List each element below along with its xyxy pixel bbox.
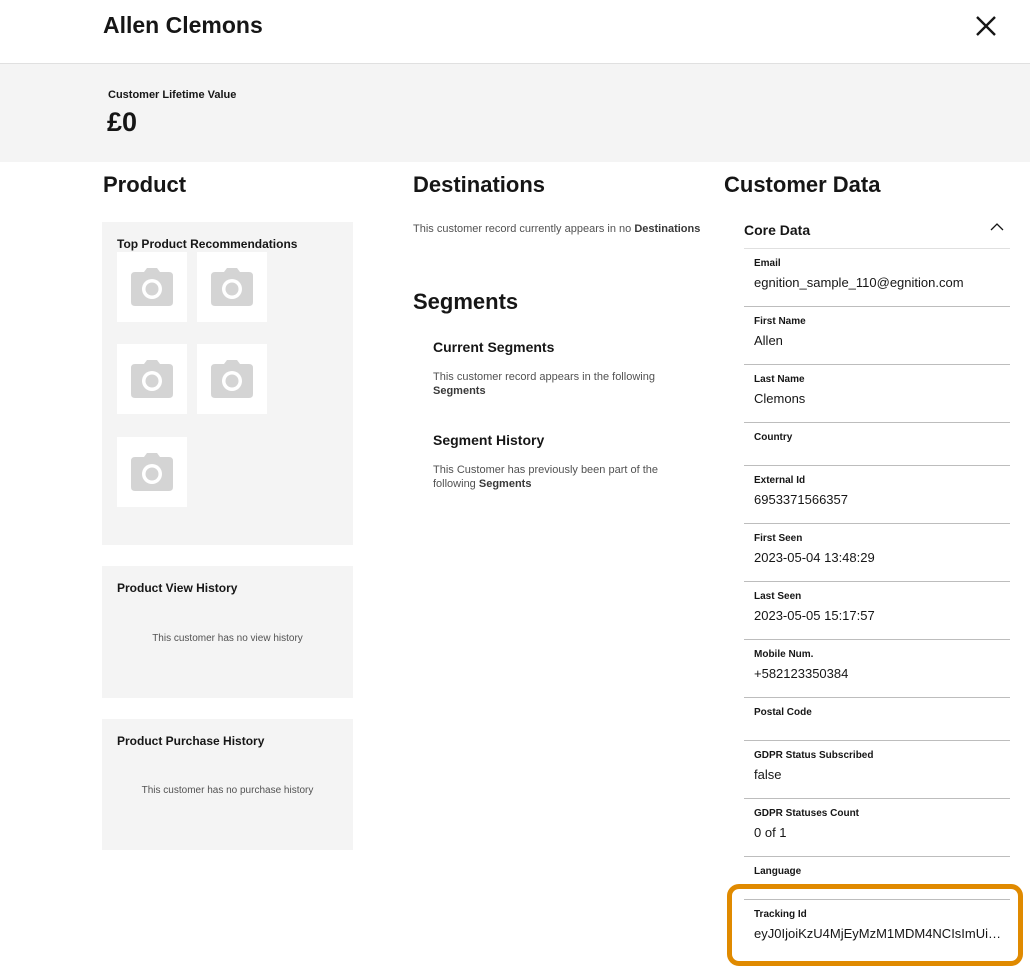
field-tracking-id[interactable]: Tracking Id eyJ0IjoiKzU4MjEyMzM1MDM4NCIs… [744, 900, 1010, 958]
view-history-card: Product View History This customer has n… [102, 566, 353, 698]
field-value: +582123350384 [754, 666, 849, 681]
view-history-title: Product View History [117, 581, 238, 595]
product-thumbnail[interactable] [117, 252, 187, 322]
segment-history-text: This Customer has previously been part o… [433, 464, 659, 490]
field-country: Country [744, 423, 1010, 466]
product-heading: Product [103, 172, 187, 197]
product-thumbnail[interactable] [197, 252, 267, 322]
drawer-header: Allen Clemons [0, 0, 1030, 64]
customer-name-title: Allen Clemons [103, 12, 263, 38]
view-history-empty: This customer has no view history [152, 633, 303, 644]
destinations-note-emph: Destinations [634, 223, 701, 235]
camera-icon [131, 360, 173, 398]
field-value: 0 of 1 [754, 825, 787, 840]
current-segments-emph: Segments [433, 385, 486, 397]
field-label: Email [754, 258, 781, 269]
purchase-history-title: Product Purchase History [117, 734, 265, 748]
lifetime-value-panel: Customer Lifetime Value £0 [0, 64, 1030, 162]
field-label: Mobile Num. [754, 649, 814, 660]
segment-history-note: This Customer has previously been part o… [433, 463, 683, 491]
camera-icon [131, 268, 173, 306]
field-email: Email egnition_sample_110@egnition.com [744, 249, 1010, 307]
segments-heading: Segments [413, 289, 519, 314]
field-first-seen: First Seen 2023-05-04 13:48:29 [744, 524, 1010, 582]
chevron-up-icon [990, 223, 1004, 231]
field-value: 2023-05-05 15:17:57 [754, 608, 875, 623]
field-label: Postal Code [754, 707, 812, 718]
destinations-heading: Destinations [413, 172, 546, 197]
customer-data-heading: Customer Data [724, 172, 881, 197]
field-value: egnition_sample_110@egnition.com [754, 275, 964, 290]
lifetime-value-label: Customer Lifetime Value [108, 89, 237, 101]
field-label: GDPR Status Subscribed [754, 750, 874, 761]
product-thumbnail[interactable] [117, 437, 187, 507]
field-last-name: Last Name Clemons [744, 365, 1010, 423]
recommendations-title: Top Product Recommendations [117, 237, 298, 251]
field-postal-code: Postal Code [744, 698, 1010, 741]
field-value: 6953371566357 [754, 492, 848, 507]
field-label: Last Name [754, 374, 805, 385]
destinations-note: This customer record currently appears i… [413, 222, 713, 236]
field-value: false [754, 767, 782, 782]
field-last-seen: Last Seen 2023-05-05 15:17:57 [744, 582, 1010, 640]
core-data-label: Core Data [744, 222, 811, 238]
field-label: Country [754, 432, 793, 443]
camera-icon [211, 360, 253, 398]
current-segments-text: This customer record appears in the foll… [433, 371, 655, 383]
field-external-id: External Id 6953371566357 [744, 466, 1010, 524]
camera-icon [131, 453, 173, 491]
field-mobile-num: Mobile Num. +582123350384 [744, 640, 1010, 698]
field-value: eyJ0IjoiKzU4MjEyMzM1MDM4NCIsImUiOiJlZ25p… [754, 926, 1004, 941]
field-label: Last Seen [754, 591, 802, 602]
product-thumbnail[interactable] [197, 344, 267, 414]
segment-history-emph: Segments [478, 478, 532, 490]
purchase-history-empty: This customer has no purchase history [141, 785, 314, 796]
product-thumbnail[interactable] [117, 344, 187, 414]
field-value: Allen [754, 333, 783, 348]
field-value: 2023-05-04 13:48:29 [754, 550, 875, 565]
lifetime-value-amount: £0 [107, 107, 138, 137]
field-label: First Name [754, 316, 806, 327]
close-icon[interactable] [972, 12, 1000, 40]
field-language: Language [744, 857, 1010, 900]
core-data-accordion[interactable]: Core Data [744, 219, 1010, 249]
field-gdpr-status-subscribed: GDPR Status Subscribed false [744, 741, 1010, 799]
current-segments-title: Current Segments [433, 339, 555, 355]
field-label: First Seen [754, 533, 803, 544]
recommendations-card: Top Product Recommendations [102, 222, 353, 545]
purchase-history-card: Product Purchase History This customer h… [102, 719, 353, 850]
field-label: External Id [754, 475, 806, 486]
segment-history-title: Segment History [433, 432, 545, 448]
field-label: Tracking Id [754, 909, 807, 920]
field-label: Language [754, 866, 802, 877]
field-label: GDPR Statuses Count [754, 808, 860, 819]
current-segments-note: This customer record appears in the foll… [433, 370, 683, 398]
field-value: Clemons [754, 391, 806, 406]
field-first-name: First Name Allen [744, 307, 1010, 365]
camera-icon [211, 268, 253, 306]
field-gdpr-statuses-count: GDPR Statuses Count 0 of 1 [744, 799, 1010, 857]
destinations-note-text: This customer record currently appears i… [413, 223, 632, 235]
